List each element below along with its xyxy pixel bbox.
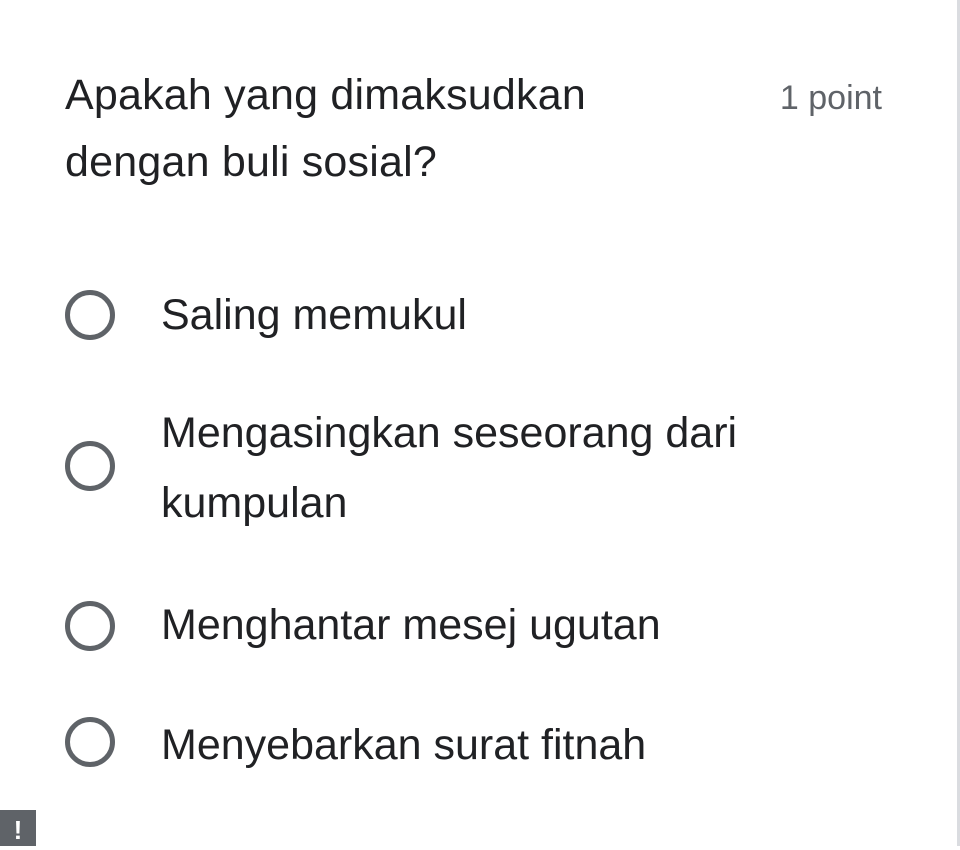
radio-button[interactable] [65,601,115,651]
option-menghantar-mesej[interactable]: Menghantar mesej ugutan [0,590,957,660]
option-label: Mengasingkan seseorang dari kumpulan [161,409,738,527]
question-title: Apakah yang dimaksudkan dengan buli sosi… [65,71,586,186]
radio-button[interactable] [65,717,115,767]
option-saling-memukul[interactable]: Saling memukul [0,280,957,350]
error-badge: ! [0,810,36,846]
radio-button[interactable] [65,441,115,491]
option-mengasingkan[interactable]: Mengasingkan seseorang dari kumpulan [0,398,957,538]
option-label: Saling memukul [161,291,467,339]
points-label: 1 point [779,79,882,117]
option-label: Menyebarkan surat fitnah [161,721,647,769]
question-card: Apakah yang dimaksudkan dengan buli sosi… [0,0,957,846]
option-label: Menghantar mesej ugutan [161,601,661,649]
option-menyebarkan-surat[interactable]: Menyebarkan surat fitnah [0,710,957,780]
radio-button[interactable] [65,290,115,340]
